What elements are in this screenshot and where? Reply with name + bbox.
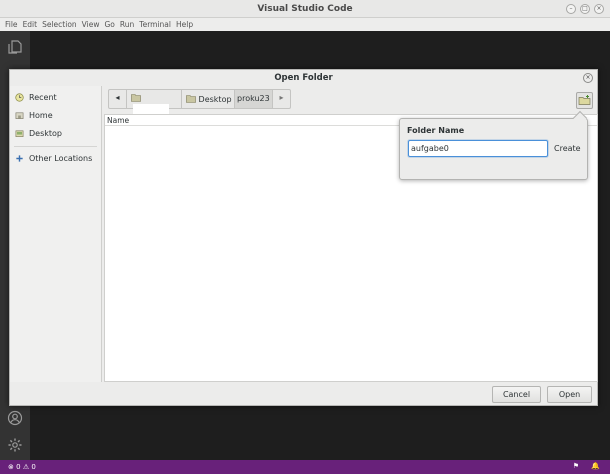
places-divider <box>14 146 97 147</box>
problems-indicator[interactable]: ⊗ 0 ⚠ 0 <box>8 463 36 471</box>
desktop-icon <box>15 130 24 137</box>
path-bar: ◂ Desktop proku23 ▸ <box>108 89 291 115</box>
error-count: 0 <box>16 463 21 471</box>
open-button[interactable]: Open <box>547 386 592 403</box>
path-segment-label: proku23 <box>237 94 270 103</box>
place-label: Recent <box>29 93 57 102</box>
menu-run[interactable]: Run <box>115 18 134 29</box>
place-label: Other Locations <box>29 154 93 163</box>
dialog-footer: Cancel Open <box>10 382 597 406</box>
folder-icon <box>186 95 196 103</box>
maximize-icon[interactable]: □ <box>580 4 590 14</box>
bell-icon[interactable]: 🔔 <box>591 462 600 470</box>
menu-bar: File Edit Selection View Go Run Terminal Help <box>0 18 610 31</box>
path-back-button[interactable]: ◂ <box>109 90 127 108</box>
place-label: Home <box>29 111 53 120</box>
create-button[interactable]: Create <box>554 144 581 153</box>
feedback-icon[interactable]: ⚑ <box>573 462 579 470</box>
place-label: Desktop <box>29 129 62 138</box>
window-title: Visual Studio Code <box>257 4 353 14</box>
new-folder-icon <box>578 95 591 105</box>
path-forward-button[interactable]: ▸ <box>273 90 290 108</box>
home-icon <box>15 112 24 119</box>
window-titlebar: Visual Studio Code – □ × <box>0 0 610 18</box>
folder-icon <box>131 94 141 102</box>
plus-icon <box>16 155 23 162</box>
explorer-icon[interactable] <box>7 39 23 55</box>
menu-file[interactable]: File <box>0 18 18 29</box>
cancel-button[interactable]: Cancel <box>492 386 541 403</box>
menu-view[interactable]: View <box>77 18 100 29</box>
folder-name-label: Folder Name <box>407 126 465 135</box>
account-icon[interactable] <box>7 410 23 426</box>
path-segment-root[interactable] <box>127 90 182 115</box>
dialog-close-icon[interactable]: × <box>583 73 593 83</box>
dialog-title: Open Folder <box>274 73 333 83</box>
menu-go[interactable]: Go <box>99 18 114 29</box>
warning-count: 0 <box>31 463 36 471</box>
dialog-header: Open Folder × <box>10 70 597 86</box>
places-sidebar: Recent Home Desktop Other Locations <box>10 86 102 382</box>
path-segment-current[interactable]: proku23 <box>235 90 273 108</box>
folder-name-input[interactable] <box>408 140 548 157</box>
place-desktop[interactable]: Desktop <box>10 125 101 143</box>
gear-icon[interactable] <box>7 437 23 453</box>
warning-icon: ⚠ <box>22 463 30 471</box>
path-segment-label: Desktop <box>198 95 232 104</box>
close-window-icon[interactable]: × <box>594 4 604 14</box>
path-segment-desktop[interactable]: Desktop <box>182 90 235 108</box>
menu-edit[interactable]: Edit <box>18 18 38 29</box>
create-folder-button[interactable] <box>576 92 593 109</box>
menu-help[interactable]: Help <box>171 18 193 29</box>
clock-icon <box>15 93 24 102</box>
error-icon: ⊗ <box>8 463 14 471</box>
folder-name-popover: Folder Name Create <box>399 110 588 180</box>
menu-selection[interactable]: Selection <box>37 18 77 29</box>
status-bar: ⊗ 0 ⚠ 0 ⚑ 🔔 <box>0 460 610 474</box>
minimize-icon[interactable]: – <box>566 4 576 14</box>
place-home[interactable]: Home <box>10 107 101 125</box>
place-recent[interactable]: Recent <box>10 89 101 107</box>
place-other-locations[interactable]: Other Locations <box>10 150 101 168</box>
menu-terminal[interactable]: Terminal <box>134 18 171 29</box>
